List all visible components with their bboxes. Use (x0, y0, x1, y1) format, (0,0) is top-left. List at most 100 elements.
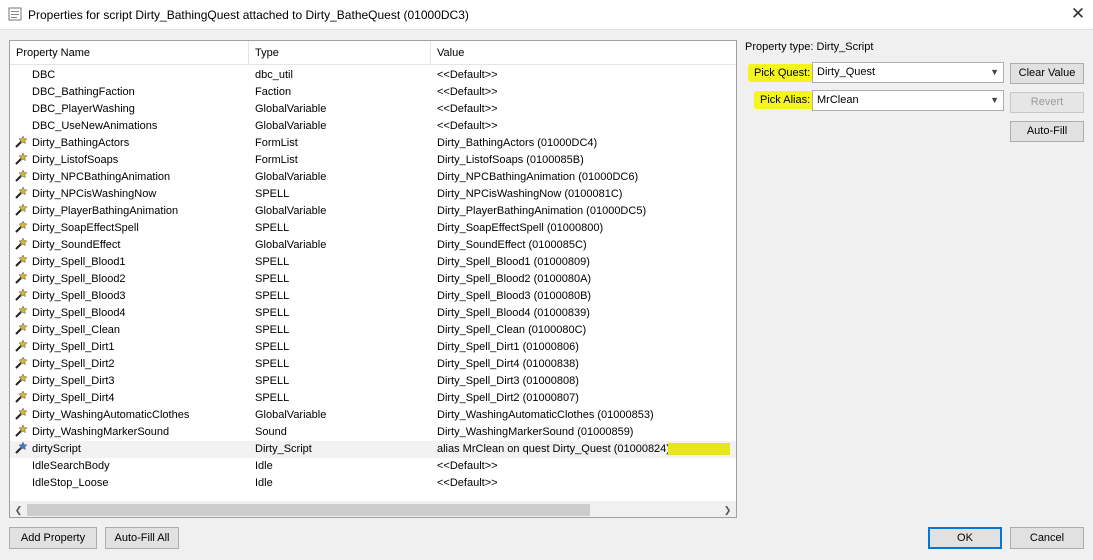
property-value-cell: Dirty_Spell_Dirt1 (01000806) (437, 341, 579, 353)
wand-icon (14, 305, 30, 322)
property-name-cell: dirtyScript (32, 443, 81, 455)
property-value-cell: <<Default>> (437, 86, 498, 98)
clear-value-button[interactable]: Clear Value (1010, 63, 1084, 84)
table-row[interactable]: dirtyScript Dirty_Script alias MrClean on … (10, 441, 736, 458)
table-row[interactable]: Dirty_SoapEffectSpell SPELL Dirty_SoapEffe… (10, 220, 736, 237)
table-row[interactable]: DBC_UseNewAnimations GlobalVariable <<Defa… (10, 118, 736, 135)
table-row[interactable]: Dirty_Spell_Blood2 SPELL Dirty_Spell_Blood… (10, 271, 736, 288)
property-name-cell: Dirty_Spell_Dirt2 (32, 358, 115, 370)
scrollbar-thumb[interactable] (27, 504, 590, 516)
pick-quest-select[interactable]: Dirty_Quest ▼ (812, 62, 1004, 83)
properties-table: Property Name Type Value DBC dbc_util <<De… (9, 40, 737, 518)
property-type-cell: SPELL (255, 307, 290, 319)
table-row[interactable]: Dirty_Spell_Dirt4 SPELL Dirty_Spell_Dirt2 … (10, 390, 736, 407)
property-name-cell: Dirty_SoundEffect (32, 239, 121, 251)
property-value-cell: <<Default>> (437, 460, 498, 472)
property-type-cell: SPELL (255, 341, 290, 353)
pick-alias-value: MrClean (817, 94, 859, 106)
table-row[interactable]: DBC dbc_util <<Default>> (10, 67, 736, 84)
property-type-cell: SPELL (255, 222, 290, 234)
pick-quest-label-text: Pick Quest: (754, 67, 811, 79)
table-row[interactable]: Dirty_NPCBathingAnimation GlobalVariable D… (10, 169, 736, 186)
column-header-type[interactable]: Type (249, 41, 431, 65)
column-header-value[interactable]: Value (431, 41, 736, 65)
property-value-cell: <<Default>> (437, 69, 498, 81)
property-type-cell: SPELL (255, 290, 290, 302)
table-body: DBC dbc_util <<Default>> DBC_BathingFaction… (10, 67, 736, 492)
pick-alias-label: Pick Alias: (754, 91, 817, 109)
property-value-cell: Dirty_SoapEffectSpell (01000800) (437, 222, 604, 234)
property-value-cell: <<Default>> (437, 120, 498, 132)
property-name-cell: Dirty_Spell_Blood1 (32, 256, 126, 268)
property-type-label: Property type: Dirty_Script (745, 41, 874, 53)
property-type-cell: SPELL (255, 392, 290, 404)
property-type-cell: SPELL (255, 188, 290, 200)
table-row[interactable]: Dirty_WashingMarkerSound Sound Dirty_Washi… (10, 424, 736, 441)
property-name-cell: Dirty_Spell_Clean (32, 324, 121, 336)
scroll-right-icon[interactable]: ❯ (719, 502, 736, 517)
property-value-cell: <<Default>> (437, 103, 498, 115)
column-header-property-name[interactable]: Property Name (10, 41, 249, 65)
property-name-cell: Dirty_Spell_Dirt1 (32, 341, 115, 353)
property-name-cell: Dirty_WashingMarkerSound (32, 426, 170, 438)
pick-quest-value: Dirty_Quest (817, 66, 876, 78)
property-value-cell: Dirty_NPCisWashingNow (0100081C) (437, 188, 623, 200)
ok-button[interactable]: OK (928, 527, 1002, 549)
wand-icon (14, 373, 30, 390)
property-type-cell: FormList (255, 137, 298, 149)
auto-fill-button[interactable]: Auto-Fill (1010, 121, 1084, 142)
property-type-cell: dbc_util (255, 69, 293, 81)
close-icon[interactable]: ✕ (1063, 0, 1093, 30)
horizontal-scrollbar[interactable]: ❮ ❯ (10, 501, 736, 517)
table-row[interactable]: DBC_PlayerWashing GlobalVariable <<Default… (10, 101, 736, 118)
table-row[interactable]: Dirty_Spell_Blood3 SPELL Dirty_Spell_Blood… (10, 288, 736, 305)
property-name-cell: Dirty_NPCisWashingNow (32, 188, 157, 200)
table-row[interactable]: Dirty_Spell_Dirt2 SPELL Dirty_Spell_Dirt4 … (10, 356, 736, 373)
chevron-down-icon: ▼ (990, 67, 999, 77)
property-name-cell: DBC_UseNewAnimations (32, 120, 158, 132)
wand-icon (14, 322, 30, 339)
property-type-cell: GlobalVariable (255, 205, 327, 217)
wand-icon (14, 220, 30, 237)
table-row[interactable]: Dirty_ListofSoaps FormList Dirty_ListofSoa… (10, 152, 736, 169)
property-type-cell: SPELL (255, 375, 290, 387)
property-name-cell: DBC_PlayerWashing (32, 103, 135, 115)
property-type-cell: GlobalVariable (255, 239, 327, 251)
wand-icon (14, 237, 30, 254)
property-name-cell: Dirty_Spell_Blood3 (32, 290, 126, 302)
table-row[interactable]: Dirty_PlayerBathingAnimation GlobalVariab… (10, 203, 736, 220)
pick-alias-select[interactable]: MrClean ▼ (812, 90, 1004, 111)
scroll-left-icon[interactable]: ❮ (10, 502, 27, 517)
table-header: Property Name Type Value (10, 41, 736, 65)
property-name-cell: IdleStop_Loose (32, 477, 109, 489)
table-row[interactable]: Dirty_Spell_Blood1 SPELL Dirty_Spell_Blood… (10, 254, 736, 271)
wand-icon (14, 152, 30, 169)
table-row[interactable]: Dirty_SoundEffect GlobalVariable Dirty_Sou… (10, 237, 736, 254)
wand-icon (14, 288, 30, 305)
wand-icon (14, 407, 30, 424)
table-row[interactable]: Dirty_Spell_Dirt3 SPELL Dirty_Spell_Dirt3 … (10, 373, 736, 390)
table-row[interactable]: Dirty_BathingActors FormList Dirty_Bathing… (10, 135, 736, 152)
highlight-mark (668, 443, 730, 455)
revert-button[interactable]: Revert (1010, 92, 1084, 113)
table-row[interactable]: Dirty_WashingAutomaticClothes GlobalVaria… (10, 407, 736, 424)
property-value-cell: Dirty_Spell_Dirt4 (01000838) (437, 358, 579, 370)
property-value-cell: Dirty_BathingActors (01000DC4) (437, 137, 598, 149)
table-row[interactable]: IdleStop_Loose Idle <<Default>> (10, 475, 736, 492)
app-icon (8, 7, 22, 21)
table-row[interactable]: Dirty_Spell_Dirt1 SPELL Dirty_Spell_Dirt1 … (10, 339, 736, 356)
property-value-cell: Dirty_SoundEffect (0100085C) (437, 239, 587, 251)
table-row[interactable]: IdleSearchBody Idle <<Default>> (10, 458, 736, 475)
cancel-button[interactable]: Cancel (1010, 527, 1084, 549)
wand-icon (14, 186, 30, 203)
property-name-cell: Dirty_Spell_Blood4 (32, 307, 126, 319)
table-row[interactable]: Dirty_Spell_Clean SPELL Dirty_Spell_Clean … (10, 322, 736, 339)
title-bar: Properties for script Dirty_BathingQuest… (0, 0, 1093, 30)
auto-fill-all-button[interactable]: Auto-Fill All (105, 527, 179, 549)
table-row[interactable]: DBC_BathingFaction Faction <<Default>> (10, 84, 736, 101)
property-value-cell: Dirty_Spell_Dirt3 (01000808) (437, 375, 579, 387)
table-row[interactable]: Dirty_NPCisWashingNow SPELL Dirty_NPCisWas… (10, 186, 736, 203)
property-name-cell: DBC (32, 69, 56, 81)
table-row[interactable]: Dirty_Spell_Blood4 SPELL Dirty_Spell_Blood… (10, 305, 736, 322)
add-property-button[interactable]: Add Property (9, 527, 97, 549)
